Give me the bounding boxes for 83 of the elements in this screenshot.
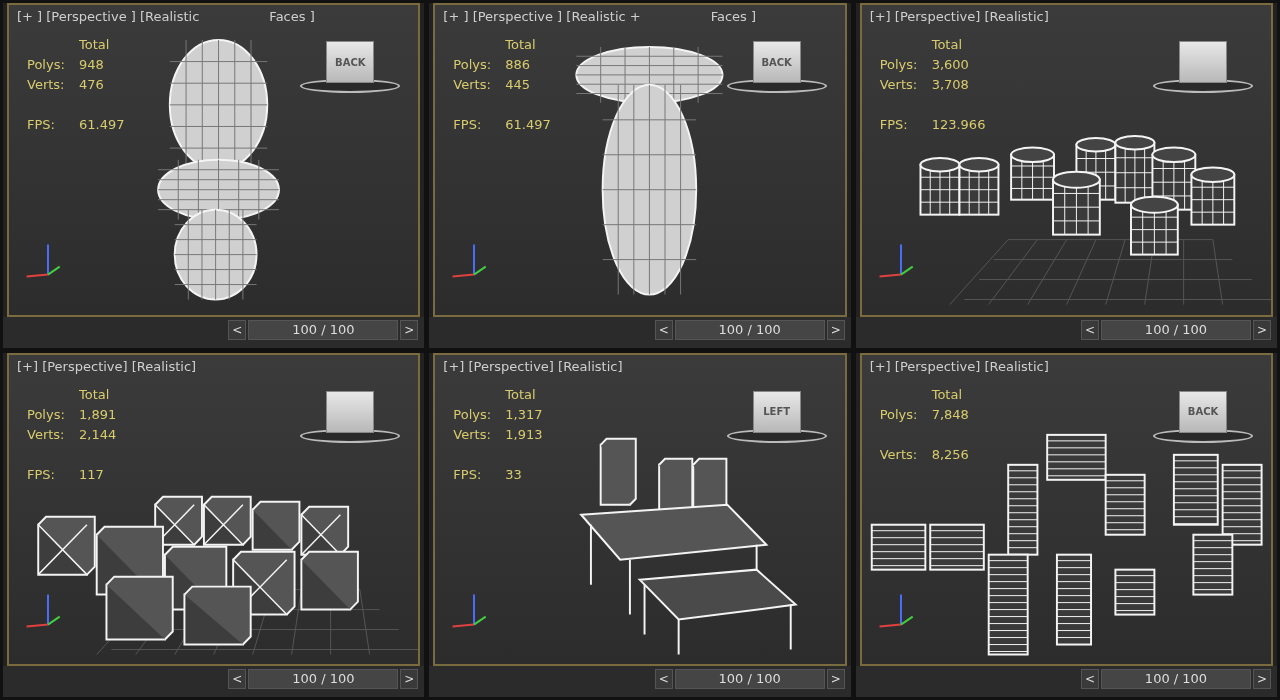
stat-label: Verts:	[27, 425, 66, 444]
stat-value: 445	[505, 76, 532, 94]
previous-frame-button[interactable]: <	[654, 669, 673, 689]
stat-value: 2,144	[79, 425, 117, 444]
stats-heading: Total	[505, 385, 537, 404]
stat-value: 476	[79, 76, 105, 94]
viewport-panel[interactable]: [+ ] [Perspective ] [Realistic Faces ] Total Polys: 948 Verts: 476 FPS: 61.497 BACK	[7, 3, 421, 317]
stat-label: FPS:	[453, 116, 483, 134]
axis-tripod-icon	[451, 593, 487, 628]
viewport-label[interactable]: [+] [Perspective] [Realistic]	[869, 7, 1049, 27]
stat-label: Polys:	[453, 56, 493, 74]
time-slider-thumb[interactable]: 100 / 100	[675, 670, 824, 688]
time-slider-thumb[interactable]: 100 / 100	[249, 320, 398, 339]
time-slider-thumb[interactable]: 100 / 100	[249, 670, 398, 688]
stat-label: Verts:	[27, 76, 66, 94]
viewport-panel[interactable]: [+] [Perspective] [Realistic] Total Polys: 3,600 Verts: 3,708 FPS: 123.966	[859, 3, 1273, 317]
stat-value: 3,600	[931, 56, 970, 74]
stats-heading: Total	[79, 36, 111, 54]
axis-tripod-icon	[878, 593, 914, 628]
stat-label: Verts:	[453, 425, 492, 444]
viewport-label[interactable]: Faces ]	[710, 7, 757, 27]
stat-value: 7,848	[931, 405, 969, 424]
stat-value: 8,256	[931, 445, 969, 464]
next-frame-button[interactable]: >	[400, 319, 419, 340]
previous-frame-button[interactable]: <	[1081, 319, 1099, 340]
time-slider-thumb[interactable]: 100 / 100	[1102, 670, 1250, 688]
viewport-panel[interactable]: [+] [Perspective] [Realistic] Total Polys: 1,891 Verts: 2,144 FPS: 117	[7, 352, 421, 666]
previous-frame-button[interactable]: <	[1081, 669, 1099, 689]
stat-value: 948	[79, 56, 105, 74]
viewport-panel[interactable]: [+ ] [Perspective ] [Realistic + Faces ] Total Polys: 886 Verts: 445 FPS: 61.497 BACK	[433, 3, 847, 317]
viewcube-icon[interactable]	[326, 390, 375, 433]
stat-label: Polys:	[879, 405, 919, 424]
viewcube[interactable]: BACK	[752, 41, 801, 83]
stat-label: FPS:	[27, 465, 56, 484]
viewport-label[interactable]: [+] [Perspective] [Realistic]	[869, 356, 1049, 376]
stat-label: FPS:	[27, 116, 56, 134]
stat-value: 3,708	[931, 76, 970, 94]
stat-label: Polys:	[453, 405, 493, 424]
axis-tripod-icon	[25, 243, 61, 278]
stat-value: 33	[505, 465, 523, 484]
stat-label: FPS:	[879, 116, 909, 134]
time-slider-thumb[interactable]: 100 / 100	[675, 320, 824, 339]
next-frame-button[interactable]: >	[1253, 319, 1271, 340]
axis-tripod-icon	[25, 593, 61, 628]
next-frame-button[interactable]: >	[826, 669, 845, 689]
stat-value: 1,317	[505, 405, 543, 424]
stat-value: 1,913	[505, 425, 543, 444]
stat-label: Polys:	[879, 56, 919, 74]
stats-heading: Total	[931, 36, 964, 54]
viewport-label[interactable]: [+ ] [Perspective ] [Realistic	[17, 7, 200, 27]
next-frame-button[interactable]: >	[1253, 669, 1271, 689]
stat-value: 61.497	[79, 116, 125, 134]
next-frame-button[interactable]: >	[826, 319, 845, 340]
stats-heading: Total	[79, 385, 111, 404]
stat-value: 123.966	[931, 116, 986, 134]
viewcube[interactable]: BACK	[326, 41, 375, 83]
stat-value: 1,891	[79, 405, 117, 424]
next-frame-button[interactable]: >	[400, 669, 419, 689]
stats-heading: Total	[931, 385, 964, 404]
previous-frame-button[interactable]: <	[228, 669, 247, 689]
stats-heading: Total	[505, 36, 537, 54]
stat-label: Verts:	[453, 76, 492, 94]
viewport-label[interactable]: [+] [Perspective] [Realistic]	[17, 356, 197, 376]
axis-tripod-icon	[451, 243, 487, 278]
axis-tripod-icon	[878, 243, 914, 278]
viewport-label[interactable]: Faces ]	[269, 7, 315, 27]
stat-label: Verts:	[879, 76, 919, 94]
stat-label: Polys:	[27, 405, 66, 424]
stat-value: 61.497	[505, 116, 551, 134]
viewcube[interactable]: LEFT	[752, 390, 801, 433]
viewcube[interactable]: BACK	[1179, 390, 1227, 433]
stat-label: FPS:	[453, 465, 483, 484]
viewport-label[interactable]: [+] [Perspective] [Realistic]	[443, 356, 623, 376]
time-slider-thumb[interactable]: 100 / 100	[1102, 320, 1250, 339]
stat-value: 117	[79, 465, 105, 484]
previous-frame-button[interactable]: <	[228, 319, 247, 340]
viewport-panel[interactable]: [+] [Perspective] [Realistic] Total Polys: 7,848 Verts: 8,256 BACK	[859, 352, 1273, 666]
stat-label: Polys:	[27, 56, 66, 74]
viewport-label[interactable]: [+ ] [Perspective ] [Realistic +	[443, 7, 641, 27]
previous-frame-button[interactable]: <	[654, 319, 673, 340]
stat-label: Verts:	[879, 445, 919, 464]
viewport-panel[interactable]: [+] [Perspective] [Realistic] Total Polys: 1,317 Verts: 1,913 FPS: 33 LEFT	[433, 352, 847, 666]
stat-value: 886	[505, 56, 532, 74]
